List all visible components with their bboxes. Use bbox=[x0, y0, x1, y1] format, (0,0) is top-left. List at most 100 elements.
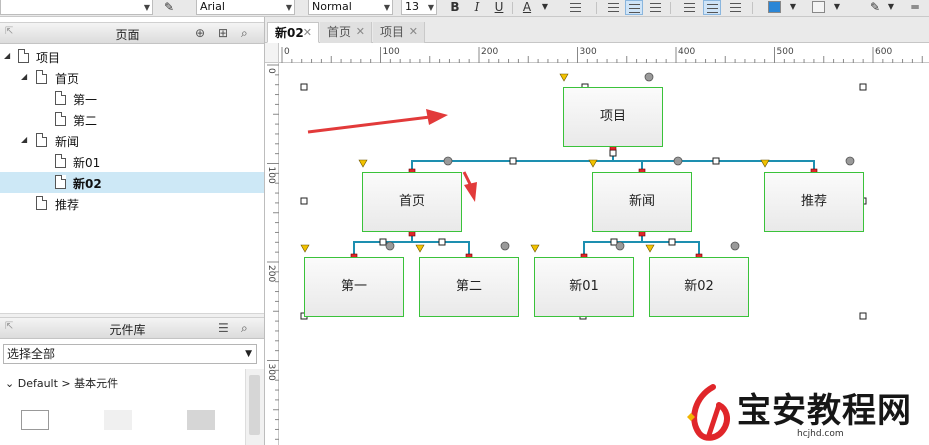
chevron-down-icon[interactable]: ▼ bbox=[784, 0, 802, 15]
selection-handle[interactable] bbox=[859, 83, 867, 91]
widget-image[interactable] bbox=[104, 410, 132, 430]
expand-triangle-icon[interactable]: ◢ bbox=[21, 72, 27, 81]
format-painter-icon[interactable]: ✎ bbox=[160, 0, 178, 15]
selection-handle[interactable] bbox=[668, 238, 676, 246]
marker-triangle-icon[interactable] bbox=[588, 159, 598, 168]
sitemap-node-tuijian[interactable]: 推荐 bbox=[764, 172, 864, 232]
selection-handle[interactable] bbox=[300, 83, 308, 91]
rotate-handle[interactable] bbox=[644, 72, 654, 82]
library-scrollbar[interactable] bbox=[245, 369, 264, 445]
marker-triangle-icon[interactable] bbox=[300, 244, 310, 253]
expand-triangle-icon[interactable]: ◢ bbox=[4, 51, 10, 60]
marker-triangle-icon[interactable] bbox=[645, 244, 655, 253]
chevron-down-icon[interactable]: ▼ bbox=[536, 0, 554, 15]
close-icon[interactable]: ✕ bbox=[409, 22, 418, 42]
bold-button[interactable]: B bbox=[446, 0, 464, 15]
library-panel-title: 元件库 bbox=[109, 323, 146, 337]
chevron-down-icon[interactable]: ▼ bbox=[882, 0, 900, 15]
sitemap-node-dier[interactable]: 第二 bbox=[419, 257, 519, 317]
scrollbar-thumb[interactable] bbox=[249, 375, 260, 435]
page-icon bbox=[18, 49, 29, 63]
selection-handle[interactable] bbox=[438, 238, 446, 246]
selection-handle[interactable] bbox=[379, 238, 387, 246]
tab-bar: 新02 ✕ 首页 ✕ 项目 ✕ bbox=[265, 17, 929, 43]
library-category[interactable]: ⌄ Default > 基本元件 bbox=[5, 375, 118, 391]
sitemap-node-xiangmu[interactable]: 项目 bbox=[563, 87, 663, 147]
align-top-button[interactable] bbox=[680, 0, 698, 15]
marker-triangle-icon[interactable] bbox=[415, 244, 425, 253]
menu-icon[interactable]: ☰ bbox=[218, 321, 229, 335]
tree-item-shouye[interactable]: ◢ 首页 bbox=[0, 67, 264, 88]
tree-item-xiangmu[interactable]: ◢ 项目 bbox=[0, 46, 264, 67]
marker-triangle-icon[interactable] bbox=[530, 244, 540, 253]
underline-button[interactable]: U bbox=[490, 0, 508, 15]
style-select[interactable]: ▼ bbox=[0, 0, 153, 15]
line-style-icon[interactable]: ═ bbox=[906, 0, 924, 15]
selection-handle[interactable] bbox=[859, 312, 867, 320]
rotate-handle[interactable] bbox=[673, 156, 683, 166]
fill-color-swatch[interactable] bbox=[768, 1, 781, 13]
chevron-down-icon[interactable]: ▼ bbox=[828, 0, 846, 15]
search-icon[interactable]: ⌕ bbox=[241, 321, 248, 336]
rotate-handle[interactable] bbox=[845, 156, 855, 166]
tree-item-xin02[interactable]: 新02 bbox=[0, 172, 264, 193]
tree-item-dier[interactable]: 第二 bbox=[0, 109, 264, 130]
shadow-swatch[interactable] bbox=[812, 1, 825, 13]
chevron-down-icon: ▼ bbox=[143, 3, 150, 12]
add-folder-icon[interactable]: ⊞ bbox=[218, 26, 228, 40]
rotate-handle[interactable] bbox=[615, 241, 625, 251]
marker-triangle-icon[interactable] bbox=[358, 159, 368, 168]
ruler-label: 100 bbox=[383, 47, 400, 57]
tab-xin02[interactable]: 新02 ✕ bbox=[267, 22, 319, 43]
marker-triangle-icon[interactable] bbox=[559, 73, 569, 82]
rotate-handle[interactable] bbox=[730, 241, 740, 251]
pages-panel-title: 页面 bbox=[115, 28, 140, 42]
search-icon[interactable]: ⌕ bbox=[241, 26, 248, 41]
sitemap-node-xin01[interactable]: 新01 bbox=[534, 257, 634, 317]
align-center-button[interactable] bbox=[625, 0, 643, 15]
node-label: 新02 bbox=[684, 279, 714, 294]
font-style-select[interactable]: Normal ▼ bbox=[308, 0, 393, 15]
tree-item-xin01[interactable]: 新01 bbox=[0, 151, 264, 172]
font-color-button[interactable]: A bbox=[518, 0, 536, 15]
font-size-select[interactable]: 13 ▼ bbox=[401, 0, 437, 15]
widget-placeholder[interactable] bbox=[187, 410, 215, 430]
rotate-handle[interactable] bbox=[500, 241, 510, 251]
tree-item-label: 推荐 bbox=[55, 198, 80, 212]
expand-triangle-icon[interactable]: ◢ bbox=[21, 135, 27, 144]
horizontal-ruler-ticks: 0 100 200 300 400 500 600 bbox=[281, 47, 923, 63]
page-icon bbox=[55, 154, 66, 168]
rotate-handle[interactable] bbox=[443, 156, 453, 166]
library-select[interactable]: 选择全部 ▼ bbox=[3, 344, 257, 364]
ruler-label: 100 bbox=[266, 167, 276, 184]
sitemap-node-diyi[interactable]: 第一 bbox=[304, 257, 404, 317]
tab-xiangmu[interactable]: 项目 ✕ bbox=[373, 22, 425, 43]
sitemap-node-shouye[interactable]: 首页 bbox=[362, 172, 462, 232]
tree-item-diyi[interactable]: 第一 bbox=[0, 88, 264, 109]
sitemap-node-xinwen[interactable]: 新闻 bbox=[592, 172, 692, 232]
vertical-ruler: 0 100 200 300 bbox=[265, 63, 279, 445]
bullet-list-button[interactable] bbox=[566, 0, 584, 15]
selection-handle[interactable] bbox=[712, 157, 720, 165]
italic-button[interactable]: I bbox=[468, 0, 486, 15]
align-left-button[interactable] bbox=[604, 0, 622, 15]
rotate-handle[interactable] bbox=[385, 241, 395, 251]
tab-shouye[interactable]: 首页 ✕ bbox=[320, 22, 372, 43]
close-icon[interactable]: ✕ bbox=[303, 23, 312, 43]
add-page-icon[interactable]: ⊕ bbox=[195, 26, 205, 40]
node-label: 新闻 bbox=[628, 194, 655, 209]
font-family-select[interactable]: Arial ▼ bbox=[196, 0, 295, 15]
marker-triangle-icon[interactable] bbox=[760, 159, 770, 168]
align-bottom-button[interactable] bbox=[726, 0, 744, 15]
selection-handle[interactable] bbox=[300, 197, 308, 205]
tree-item-tuijian[interactable]: 推荐 bbox=[0, 193, 264, 214]
close-icon[interactable]: ✕ bbox=[356, 22, 365, 42]
node-label: 首页 bbox=[398, 194, 425, 209]
align-right-button[interactable] bbox=[646, 0, 664, 15]
tree-item-xinwen[interactable]: ◢ 新闻 bbox=[0, 130, 264, 151]
selection-handle[interactable] bbox=[509, 157, 517, 165]
widget-rectangle[interactable] bbox=[21, 410, 49, 430]
sitemap-node-xin02[interactable]: 新02 bbox=[649, 257, 749, 317]
align-middle-button[interactable] bbox=[703, 0, 721, 15]
selection-handle[interactable] bbox=[609, 149, 617, 157]
